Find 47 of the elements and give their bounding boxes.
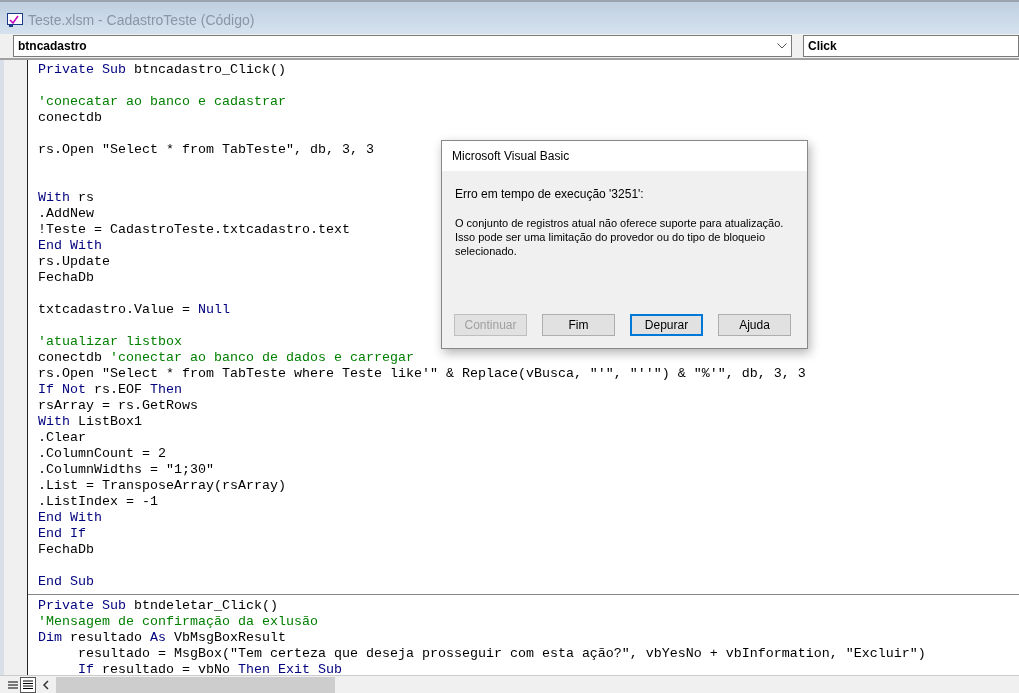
scroll-left-icon[interactable] [42,679,50,690]
code-line: 'conecatar ao banco e cadastrar [38,94,286,109]
code-line: With ListBox1 [38,414,142,429]
code-line: txtcadastro.Value = Null [38,302,230,317]
code-line: rs.Update [38,254,110,269]
window-title: Teste.xlsm - CadastroTeste (Código) [28,10,255,30]
code-line: Private Sub btndeletar_Click() [38,598,278,613]
error-message: O conjunto de registros atual não oferece suporte para atualização. Isso pode ser uma limitação do provedor ou do tipo de bloqueio selecionado. [455,216,785,258]
code-line: FechaDb [38,542,94,557]
code-line: conectdb [38,110,102,125]
code-line: 'Mensagem de confirmação da exlusão [38,614,318,629]
chevron-down-icon [777,43,787,49]
procedure-name: Click [808,38,837,55]
object-dropdown[interactable]: btncadastro [13,35,792,57]
procedure-dropdown[interactable]: Click [803,35,1019,57]
code-line: .ColumnCount = 2 [38,446,166,461]
object-name: btncadastro [18,38,87,55]
code-line: .Clear [38,430,86,445]
code-line: FechaDb [38,270,94,285]
code-line: End Sub [38,574,94,589]
dialog-button[interactable]: Ajuda [718,314,791,336]
code-line: If resultado = vbNo Then Exit Sub [77,662,342,675]
code-line: End With [38,238,102,253]
code-line: !Teste = CadastroTeste.txtcadastro.text [38,222,350,237]
code-line: .List = TransposeArray(rsArray) [38,478,286,493]
code-line: Dim resultado As VbMsgBoxResult [38,630,286,645]
code-line: With rs [38,190,94,205]
code-line: End With [38,510,102,525]
code-line: End If [38,526,86,541]
code-line: .AddNew [38,206,94,221]
code-line: .ColumnWidths = "1;30" [38,462,214,477]
full-module-view-icon[interactable] [20,676,36,693]
dialog-button[interactable]: Depurar [630,314,703,336]
code-line: rs.Open "Select * from TabTeste where Teste like'" & Replace(vBusca, "'", "''") & "%'", db, 3, 3 [38,366,806,381]
code-line: If Not rs.EOF Then [38,382,182,397]
dialog-button[interactable]: Fim [542,314,615,336]
code-window-icon [7,13,23,27]
error-heading: Erro em tempo de execução '3251': [455,186,645,203]
code-line: resultado = MsgBox("Tem certeza que deseja prosseguir com esta ação?", vbYesNo + vbInformation, "Excluir") [77,646,926,661]
code-line: conectdb 'conectar ao banco de dados e carregar [38,350,414,365]
code-line: Private Sub btncadastro_Click() [38,62,286,77]
code-line: rs.Open "Select * from TabTeste", db, 3, 3 [38,142,374,157]
horizontal-scrollbar-thumb[interactable] [56,676,335,693]
code-line: 'atualizar listbox [38,334,182,349]
code-line: .ListIndex = -1 [38,494,158,509]
dialog-title: Microsoft Visual Basic [452,148,570,165]
code-line: rsArray = rs.GetRows [38,398,198,413]
